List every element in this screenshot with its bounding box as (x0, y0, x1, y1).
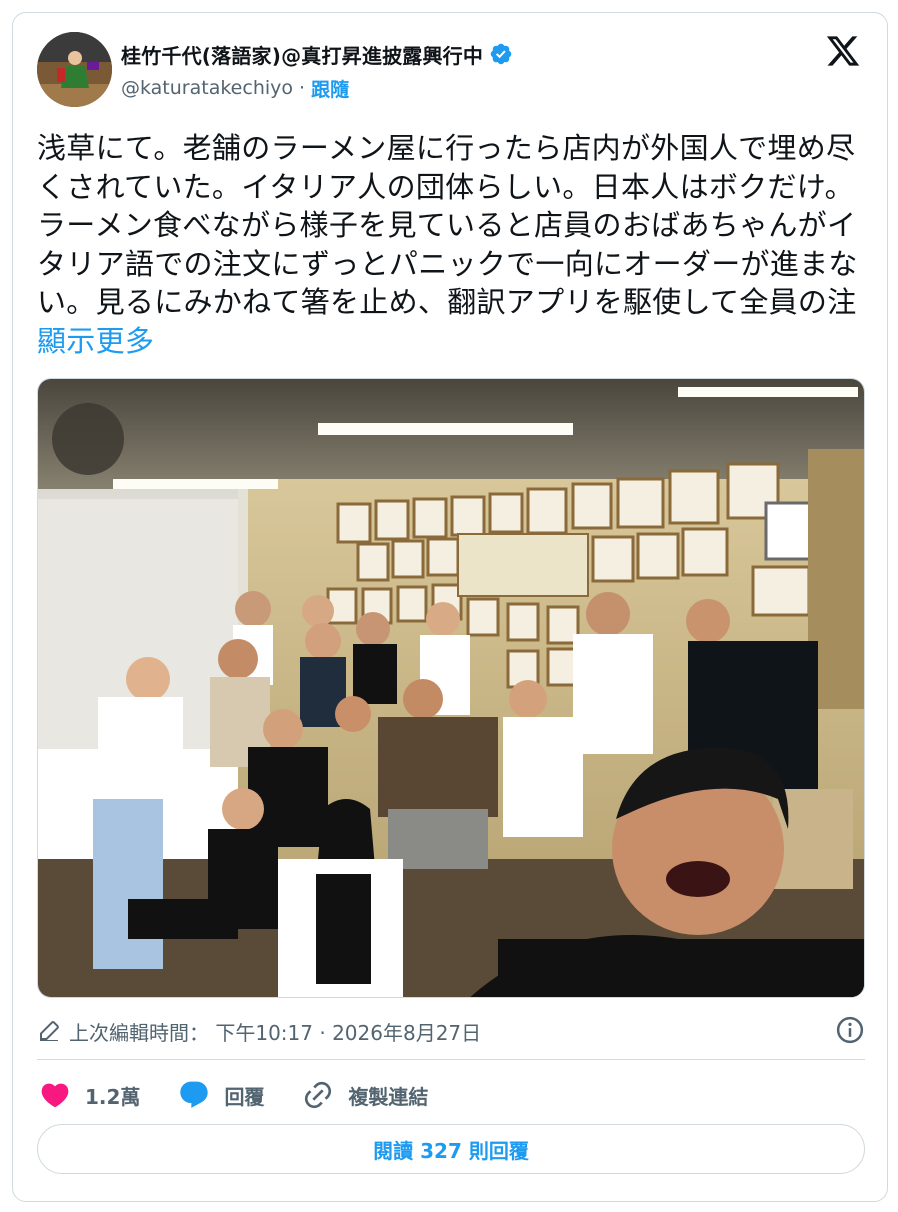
link-icon (305, 1081, 332, 1109)
tweet-card: 桂竹千代(落語家)@真打昇進披露興行中 @katuratakechiyo · 跟… (12, 12, 888, 1202)
edited-timestamp[interactable]: 上次編輯時間： 下午10:17 · 2026年8月27日 (69, 1017, 481, 1046)
follow-link[interactable]: 跟隨 (311, 75, 349, 102)
copy-link-label: 複製連結 (348, 1084, 429, 1109)
pencil-icon (40, 1021, 59, 1041)
reply-label: 回覆 (224, 1084, 265, 1109)
tweet-photo[interactable] (37, 378, 865, 998)
display-name[interactable]: 桂竹千代(落語家)@真打昇進披露興行中 (121, 40, 483, 69)
like-button[interactable]: 1.2萬 (39, 1079, 140, 1111)
author-block: 桂竹千代(落語家)@真打昇進披露興行中 @katuratakechiyo · 跟… (121, 37, 513, 105)
read-replies-button[interactable]: 閱讀 327 則回覆 (37, 1124, 865, 1174)
action-bar: 1.2萬 回覆 複製連結 (39, 1075, 466, 1115)
handle[interactable]: @katuratakechiyo (121, 77, 293, 99)
verified-badge-icon (490, 43, 512, 65)
divider (37, 1059, 865, 1060)
heart-icon (41, 1083, 69, 1108)
copy-link-button[interactable]: 複製連結 (302, 1079, 428, 1111)
info-icon[interactable] (835, 1015, 865, 1045)
separator-dot: · (299, 77, 306, 99)
tweet-text: 浅草にて。老舗のラーメン屋に行ったら店内が外国人で埋め尽くされていた。イタリア人… (37, 129, 867, 360)
like-count: 1.2萬 (85, 1084, 141, 1109)
show-more-link[interactable]: 顯示更多 (37, 324, 154, 358)
reply-bubble-icon (180, 1081, 209, 1108)
group-selfie-image (38, 379, 864, 997)
reply-button[interactable]: 回覆 (178, 1079, 264, 1111)
edit-info-row: 上次編輯時間： 下午10:17 · 2026年8月27日 (37, 1013, 865, 1049)
tweet-body: 浅草にて。老舗のラーメン屋に行ったら店内が外国人で埋め尽くされていた。イタリア人… (37, 131, 858, 319)
read-replies-label: 閱讀 327 則回覆 (373, 1138, 529, 1163)
avatar[interactable] (37, 32, 112, 107)
x-logo-icon[interactable] (825, 33, 861, 69)
